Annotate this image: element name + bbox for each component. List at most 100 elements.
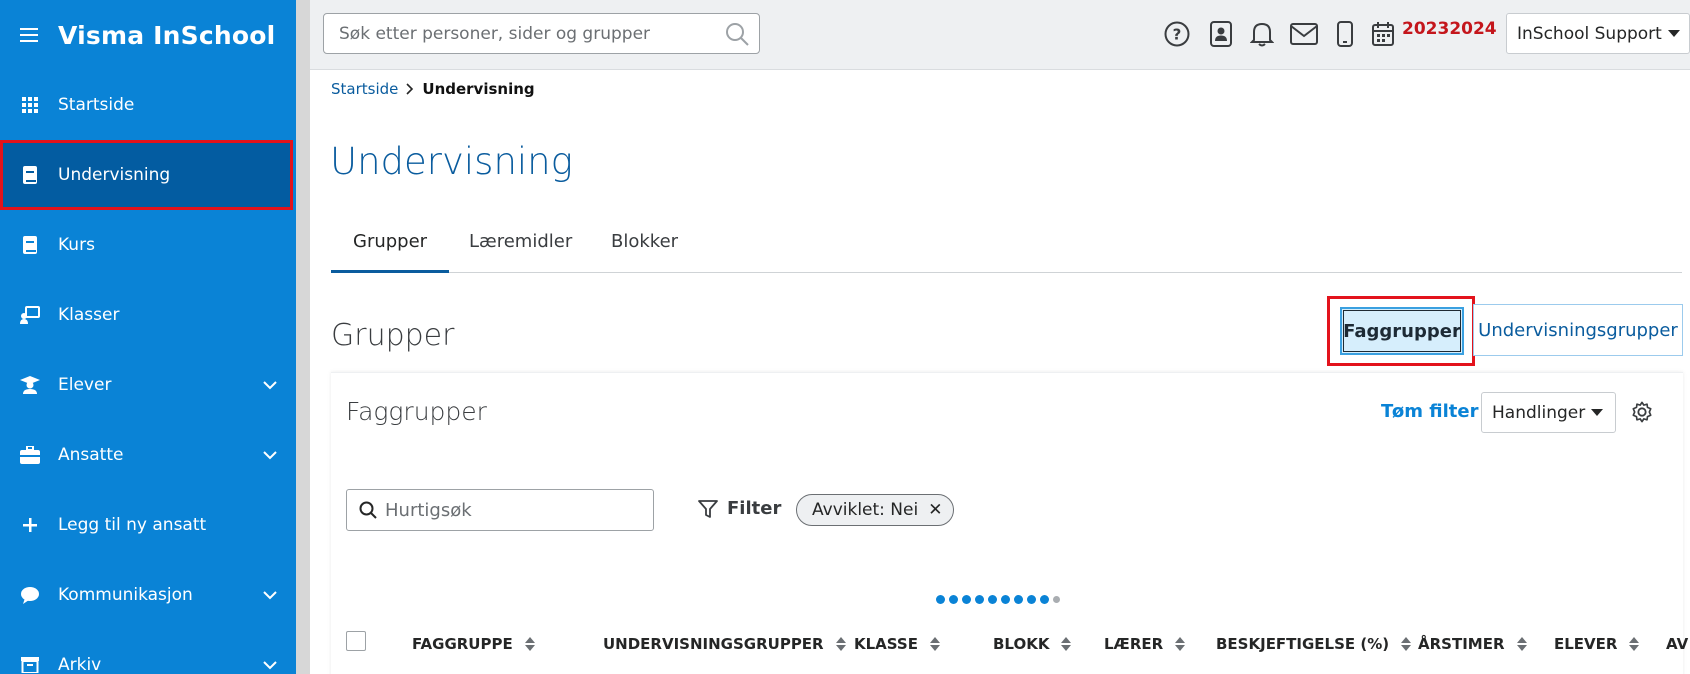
column-header-laerer[interactable]: LÆRER (1104, 635, 1186, 653)
clear-filter-link[interactable]: Tøm filter (1381, 401, 1478, 422)
chevron-right-icon (406, 83, 414, 95)
tab-bar: Grupper Læremidler Blokker (331, 222, 1682, 273)
chat-icon (20, 585, 40, 605)
faggrupper-toggle-button[interactable]: Faggrupper (1340, 307, 1464, 355)
filter-chip-label: Avviklet: Nei (812, 500, 919, 520)
user-menu-button[interactable]: InSchool Support (1506, 13, 1690, 54)
hamburger-menu-icon[interactable] (20, 28, 38, 42)
column-header-undervisningsgrupper[interactable]: UNDERVISNINGSGRUPPER (603, 635, 846, 653)
sidebar-item-label: Undervisning (58, 165, 171, 185)
tab-laeremidler[interactable]: Læremidler (447, 222, 594, 273)
student-icon (20, 375, 40, 395)
sidebar-item-label: Klasser (58, 305, 120, 325)
breadcrumb: Startside Undervisning (331, 80, 535, 98)
plus-icon (20, 515, 40, 535)
sort-icon (1175, 637, 1186, 651)
sidebar: Visma InSchool Startside Undervisning Ku… (0, 0, 296, 674)
app-title: Visma InSchool (58, 20, 276, 50)
column-header-elever[interactable]: ELEVER (1554, 635, 1640, 653)
breadcrumb-current: Undervisning (422, 80, 535, 98)
mail-icon[interactable] (1290, 20, 1318, 48)
card-title: Faggrupper (346, 397, 487, 426)
sort-icon (524, 637, 535, 651)
sidebar-item-arkiv[interactable]: Arkiv (0, 630, 296, 674)
global-search (323, 13, 760, 54)
sidebar-item-startside[interactable]: Startside (0, 70, 296, 140)
column-header-faggruppe[interactable]: FAGGRUPPE (412, 635, 535, 653)
sidebar-item-label: Startside (58, 95, 135, 115)
quick-search (346, 489, 654, 531)
sidebar-item-label: Kurs (58, 235, 95, 255)
sidebar-item-kurs[interactable]: Kurs (0, 210, 296, 280)
search-icon (359, 501, 377, 519)
close-icon[interactable]: ✕ (928, 500, 942, 520)
archive-icon (20, 655, 40, 674)
sidebar-item-label: Arkiv (58, 655, 102, 674)
tab-grupper[interactable]: Grupper (331, 222, 450, 273)
sidebar-item-legg-til-ny-ansatt[interactable]: Legg til ny ansatt (0, 490, 296, 560)
grid-icon (20, 95, 40, 115)
highlight-box: Faggrupper (1327, 296, 1475, 366)
book-icon (20, 235, 40, 255)
sidebar-scrollbar[interactable] (296, 0, 310, 674)
sidebar-item-label: Kommunikasjon (58, 585, 193, 605)
briefcase-icon (20, 445, 40, 465)
select-all-checkbox[interactable] (346, 631, 366, 651)
caret-down-icon (1591, 409, 1604, 416)
sidebar-item-label: Ansatte (58, 445, 124, 465)
chevron-down-icon (263, 661, 277, 670)
sidebar-item-klasser[interactable]: Klasser (0, 280, 296, 350)
sort-icon (835, 637, 846, 651)
help-icon[interactable]: ? (1163, 20, 1191, 48)
sidebar-item-label: Elever (58, 375, 112, 395)
undervisningsgrupper-toggle-button[interactable]: Undervisningsgrupper (1473, 304, 1683, 356)
global-search-input[interactable] (324, 14, 704, 53)
section-title: Grupper (331, 318, 455, 353)
tab-blokker[interactable]: Blokker (589, 222, 700, 273)
chevron-down-icon (263, 591, 277, 600)
column-header-blokk[interactable]: BLOKK (993, 635, 1072, 653)
topbar: ? 20232024 InSchool Support (310, 0, 1690, 70)
sort-icon (1629, 637, 1640, 651)
user-name: InSchool Support (1517, 23, 1662, 44)
book-icon (20, 165, 40, 185)
sort-icon (1516, 637, 1527, 651)
sidebar-item-kommunikasjon[interactable]: Kommunikasjon (0, 560, 296, 630)
quick-search-input[interactable] (385, 490, 645, 530)
breadcrumb-home-link[interactable]: Startside (331, 80, 398, 98)
gear-icon[interactable] (1631, 401, 1653, 423)
school-year-selector[interactable]: 20232024 (1402, 19, 1497, 39)
sidebar-item-label: Legg til ny ansatt (58, 515, 207, 535)
filter-label: Filter (727, 498, 782, 519)
column-header-beskjeftigelse[interactable]: BESKJEFTIGELSE (%) (1216, 635, 1412, 653)
contacts-icon[interactable] (1207, 20, 1235, 48)
sort-icon (1401, 637, 1412, 651)
filter-chip: Avviklet: Nei ✕ (796, 494, 955, 526)
chevron-down-icon (263, 451, 277, 460)
search-icon[interactable] (725, 22, 749, 46)
calendar-icon[interactable] (1369, 20, 1397, 48)
faggrupper-card: Faggrupper Tøm filter Handlinger Filter … (331, 372, 1688, 674)
sort-icon (929, 637, 940, 651)
bell-icon[interactable] (1248, 20, 1276, 48)
sidebar-item-undervisning[interactable]: Undervisning (0, 140, 293, 210)
svg-text:?: ? (1173, 26, 1182, 44)
sidebar-item-elever[interactable]: Elever (0, 350, 296, 420)
loading-indicator (936, 595, 1064, 604)
caret-down-icon (1667, 30, 1680, 37)
funnel-icon (698, 499, 718, 518)
actions-label: Handlinger (1492, 402, 1586, 423)
filter-button[interactable]: Filter (698, 498, 781, 519)
brand-header: Visma InSchool (0, 0, 296, 70)
column-header-klasse[interactable]: KLASSE (854, 635, 940, 653)
table-header: FAGGRUPPE UNDERVISNINGSGRUPPER KLASSE BL… (331, 623, 1688, 671)
sort-icon (1061, 637, 1072, 651)
column-header-arstimer[interactable]: ÅRSTIMER (1418, 635, 1527, 653)
sidebar-item-ansatte[interactable]: Ansatte (0, 420, 296, 490)
chevron-down-icon (263, 381, 277, 390)
page-title: Undervisning (330, 140, 573, 183)
mobile-icon[interactable] (1331, 20, 1359, 48)
actions-dropdown-button[interactable]: Handlinger (1481, 392, 1616, 433)
classroom-icon (20, 305, 40, 325)
column-header-av[interactable]: AV (1666, 635, 1688, 653)
